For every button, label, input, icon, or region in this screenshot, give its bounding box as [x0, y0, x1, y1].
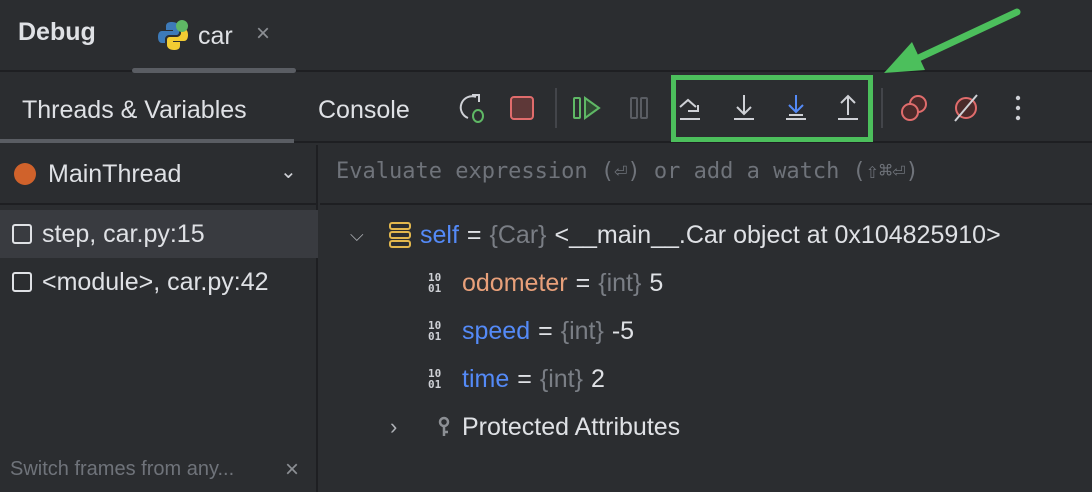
var-value: <__main__.Car object at 0x104825910>: [554, 220, 1001, 249]
frame-label: <module>, car.py:42: [42, 267, 269, 296]
resume-icon[interactable]: [572, 92, 604, 124]
variable-speed[interactable]: 10 01 speed = {int} -5: [428, 311, 634, 351]
thread-selector[interactable]: MainThread ⌄: [0, 145, 318, 205]
variable-odometer[interactable]: 10 01 odometer = {int} 5: [428, 263, 663, 303]
annotation-highlight-box: [671, 75, 873, 142]
more-icon[interactable]: [1002, 92, 1034, 124]
toolbar-separator: [555, 88, 557, 128]
stop-icon[interactable]: [506, 92, 538, 124]
frame-item[interactable]: <module>, car.py:42: [0, 258, 318, 306]
frame-label: step, car.py:15: [42, 219, 205, 248]
tab-label: car: [198, 21, 233, 50]
expand-chevron-icon[interactable]: ⌵: [350, 225, 380, 246]
close-tab-icon[interactable]: ×: [256, 20, 270, 48]
key-icon: [438, 416, 450, 436]
var-eq: =: [466, 220, 482, 249]
variable-time[interactable]: 10 01 time = {int} 2: [428, 359, 605, 399]
evaluate-expression-input[interactable]: Evaluate expression (⏎) or add a watch (…: [320, 145, 1092, 205]
active-tab-indicator: [132, 68, 296, 73]
thread-status-icon: [14, 163, 36, 185]
var-value: 5: [649, 268, 664, 297]
thread-name: MainThread: [48, 159, 182, 188]
int-icon: 10 01: [428, 271, 442, 295]
var-type: {int}: [560, 316, 604, 345]
mute-breakpoints-icon[interactable]: [950, 92, 982, 124]
var-name: speed: [462, 316, 531, 345]
var-eq: =: [517, 364, 532, 393]
var-type: {int}: [598, 268, 642, 297]
var-type: {int}: [539, 364, 583, 393]
annotation-arrow: [884, 8, 1021, 73]
tool-window-title: Debug: [18, 18, 96, 46]
chevron-down-icon: ⌄: [280, 161, 297, 183]
rerun-debug-icon[interactable]: [456, 92, 488, 124]
var-eq: =: [538, 316, 553, 345]
close-hint-icon[interactable]: ×: [285, 456, 299, 484]
protected-attributes-node[interactable]: › Protected Attributes: [390, 407, 680, 447]
tab-threads-variables[interactable]: Threads & Variables: [22, 96, 247, 125]
active-subtab-indicator: [0, 139, 294, 143]
var-name: self: [420, 220, 459, 249]
var-value: 2: [590, 364, 605, 393]
frame-icon: [12, 272, 32, 292]
frames-hint: Switch frames from any...: [10, 458, 235, 480]
variable-self[interactable]: ⌵ self = {Car} <__main__.Car object at 0…: [350, 215, 1001, 255]
int-icon: 10 01: [428, 319, 442, 343]
var-type: {Car}: [489, 220, 547, 249]
var-eq: =: [575, 268, 591, 297]
var-name: odometer: [462, 268, 568, 297]
python-icon: [158, 20, 188, 50]
expand-chevron-icon[interactable]: ›: [390, 414, 426, 440]
frame-item[interactable]: step, car.py:15: [0, 210, 318, 258]
frame-icon: [12, 224, 32, 244]
object-icon: [389, 222, 411, 248]
tab-console[interactable]: Console: [318, 96, 410, 125]
node-label: Protected Attributes: [462, 412, 681, 441]
var-name: time: [462, 364, 510, 393]
pause-icon[interactable]: [624, 92, 656, 124]
view-breakpoints-icon[interactable]: [898, 92, 930, 124]
var-value: -5: [611, 316, 635, 345]
toolbar-separator: [881, 88, 883, 128]
tab-car[interactable]: car: [156, 16, 233, 56]
int-icon: 10 01: [428, 367, 442, 391]
